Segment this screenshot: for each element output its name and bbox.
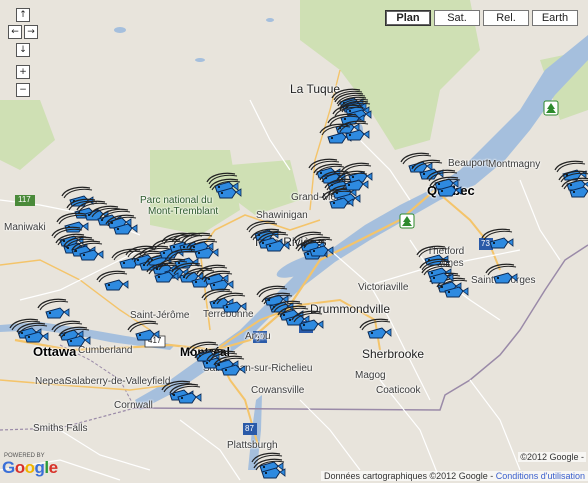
fishing-hook-fish-icon[interactable] [212, 355, 246, 377]
fishing-hook-fish-icon[interactable] [213, 292, 247, 314]
fishing-hook-fish-icon[interactable] [95, 270, 129, 292]
map-type-relief-button[interactable]: Rel. [483, 10, 529, 26]
map-type-control: Plan Sat. Rel. Earth [385, 10, 578, 26]
fishing-hook-fish-icon[interactable] [208, 178, 242, 200]
fishing-hook-fish-icon[interactable] [36, 298, 70, 320]
zoom-in-button[interactable]: + [16, 65, 30, 79]
map-type-plan-button[interactable]: Plan [385, 10, 431, 26]
fishing-hook-fish-icon[interactable] [336, 120, 370, 142]
pan-down-button[interactable]: ↓ [16, 43, 30, 57]
pan-up-button[interactable]: ↑ [16, 8, 30, 22]
fishing-hook-fish-icon[interactable] [70, 240, 104, 262]
copyright-text: ©2012 Google - [518, 452, 586, 462]
fishing-hook-fish-icon[interactable] [290, 310, 324, 332]
fishing-hook-fish-icon[interactable] [126, 320, 160, 342]
fishing-hook-fish-icon[interactable] [15, 322, 49, 344]
fishing-hook-fish-icon[interactable] [256, 231, 290, 253]
map-type-satellite-button[interactable]: Sat. [434, 10, 480, 26]
fishing-hook-fish-icon[interactable] [252, 458, 286, 480]
fishing-hook-fish-icon[interactable] [300, 236, 334, 258]
fishing-hook-fish-icon[interactable] [420, 263, 454, 285]
attribution-text: Données cartographiques ©2012 Google - [323, 471, 496, 481]
pan-right-button[interactable]: → [24, 25, 38, 39]
fishing-hook-fish-icon[interactable] [480, 228, 514, 250]
fishing-hook-fish-icon[interactable] [560, 177, 588, 199]
attribution-bar: Données cartographiques ©2012 Google - C… [320, 471, 588, 481]
fishing-hook-fish-icon[interactable] [358, 318, 392, 340]
map-type-earth-button[interactable]: Earth [532, 10, 578, 26]
fishing-hook-fish-icon[interactable] [335, 170, 369, 192]
terms-of-use-link[interactable]: Conditions d'utilisation [496, 471, 585, 481]
fishing-hook-fish-icon[interactable] [168, 383, 202, 405]
fishing-hook-fish-icon[interactable] [57, 326, 91, 348]
fishing-hook-fish-icon[interactable] [484, 263, 518, 285]
fishing-hook-fish-icon[interactable] [428, 176, 462, 198]
google-wordmark: Google [2, 458, 58, 477]
google-logo[interactable]: POWERED BY Google [2, 453, 58, 479]
pan-left-button[interactable]: ← [8, 25, 22, 39]
fishing-hook-fish-icon[interactable] [104, 214, 138, 236]
zoom-out-button[interactable]: − [16, 83, 30, 97]
map-viewport[interactable]: La Tuque Beauport Montmagny Québec Grand… [0, 0, 588, 483]
